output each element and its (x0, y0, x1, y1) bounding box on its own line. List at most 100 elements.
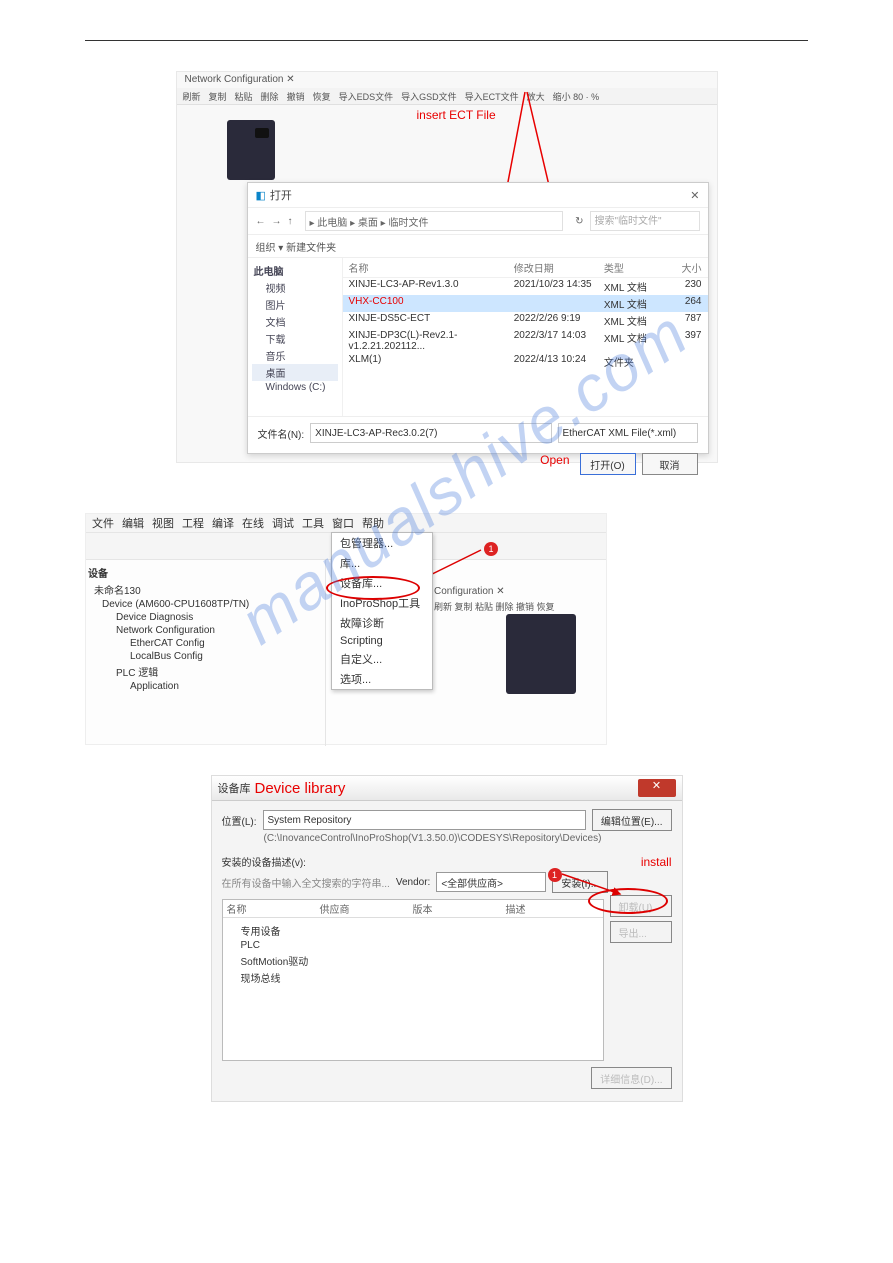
vendor-select[interactable]: <全部供应商> (436, 872, 546, 892)
filetype-select[interactable]: EtherCAT XML File(*.xml) (558, 423, 698, 443)
menu-debug[interactable]: 调试 (272, 515, 294, 531)
figure-2: 文件 编辑 视图 工程 编译 在线 调试 工具 窗口 帮助 设备 未命名130 … (85, 513, 607, 745)
location-label: 位置(L): (222, 813, 257, 828)
menu-tools[interactable]: 工具 (302, 515, 324, 531)
app-icon: ◧ (256, 189, 266, 202)
menu-project[interactable]: 工程 (182, 515, 204, 531)
cancel-button[interactable]: 取消 (642, 453, 698, 475)
menu-help[interactable]: 帮助 (362, 515, 384, 531)
tab-network-config[interactable]: Network Configuration ✕ (185, 74, 295, 85)
col-version[interactable]: 版本 (413, 901, 506, 916)
col-type[interactable]: 类型 (604, 260, 672, 275)
details-button: 详细信息(D)... (591, 1067, 671, 1089)
export-button: 导出... (610, 921, 672, 943)
menu-options[interactable]: 选项... (332, 669, 432, 689)
menu-fault-diag[interactable]: 故障诊断 (332, 613, 432, 633)
installed-label: 安装的设备描述(v): (222, 854, 306, 869)
refresh-icon[interactable]: ↻ (575, 216, 583, 227)
col-name[interactable]: 名称 (227, 901, 320, 916)
tab-configuration[interactable]: Configuration ✕ (434, 586, 505, 597)
device-list: 名称 供应商 版本 描述 专用设备 PLC SoftMotion驱动 现场总线 (222, 899, 604, 1061)
nav-pc[interactable]: 此电脑 (252, 262, 338, 279)
menu-file[interactable]: 文件 (92, 515, 114, 531)
tree-fieldbus[interactable]: 现场总线 (227, 969, 599, 986)
tree-ethercat[interactable]: EtherCAT Config (88, 637, 323, 650)
tb-import-eds[interactable]: 导入EDS文件 (337, 90, 396, 103)
nav-tree[interactable]: 此电脑 视频 图片 文档 下载 音乐 桌面 Windows (C:) (248, 258, 343, 416)
tools-dropdown: 包管理器... 库... 设备库... InoProShop工具 故障诊断 Sc… (331, 532, 433, 690)
tree-device[interactable]: Device (AM600-CPU1608TP/TN) (88, 598, 323, 611)
nav-up[interactable]: ↑ (288, 216, 293, 227)
annotation-open: Open (540, 453, 569, 475)
tb-import-gsd[interactable]: 导入GSD文件 (399, 90, 459, 103)
menu-customize[interactable]: 自定义... (332, 649, 432, 669)
annotation-device-library: Device library (255, 780, 346, 797)
location-select[interactable]: System Repository (263, 810, 586, 830)
search-hint[interactable]: 在所有设备中输入全文搜索的字符串... (222, 875, 390, 890)
file-row[interactable]: XINJE-DS5C-ECT2022/2/26 9:19XML 文档787 (343, 312, 708, 329)
nav-downloads[interactable]: 下载 (252, 330, 338, 347)
filename-input[interactable]: XINJE-LC3-AP-Rec3.0.2(7) (310, 423, 551, 443)
nav-c-drive[interactable]: Windows (C:) (252, 381, 338, 394)
edit-location-button[interactable]: 编辑位置(E)... (592, 809, 672, 831)
col-name[interactable]: 名称 (349, 260, 514, 275)
tb-import-ect[interactable]: 导入ECT文件 (463, 90, 521, 103)
tree-diagnosis[interactable]: Device Diagnosis (88, 611, 323, 624)
nav-music[interactable]: 音乐 (252, 347, 338, 364)
tree-root[interactable]: 未命名130 (88, 581, 323, 598)
tree-header: 设备 (88, 564, 323, 581)
col-vendor[interactable]: 供应商 (320, 901, 413, 916)
figure-1: Network Configuration ✕ 刷新 复制 粘贴 删除 撤销 恢… (176, 71, 718, 463)
nav-desktop[interactable]: 桌面 (252, 364, 338, 381)
tb-delete[interactable]: 删除 (259, 90, 281, 103)
nav-video[interactable]: 视频 (252, 279, 338, 296)
menu-scripting[interactable]: Scripting (332, 633, 432, 649)
tree-plc[interactable]: PLC (227, 939, 599, 952)
tree-plc-logic[interactable]: PLC 逻辑 (88, 663, 323, 680)
menu-edit[interactable]: 编辑 (122, 515, 144, 531)
search-input[interactable]: 搜索"临时文件" (590, 211, 700, 231)
nav-back[interactable]: ← (256, 216, 266, 227)
tb-undo[interactable]: 撤销 (285, 90, 307, 103)
close-button[interactable]: ✕ (638, 779, 676, 797)
device-tree[interactable]: 设备 未命名130 Device (AM600-CPU1608TP/TN) De… (86, 560, 326, 746)
open-button[interactable]: 打开(O) (580, 453, 636, 475)
menu-package-manager[interactable]: 包管理器... (332, 533, 432, 553)
config-toolbar[interactable]: 刷新 复制 粘贴 删除 撤销 恢复 (434, 600, 555, 613)
nav-documents[interactable]: 文档 (252, 313, 338, 330)
tree-application[interactable]: Application (88, 680, 323, 693)
col-size[interactable]: 大小 (671, 260, 701, 275)
menu-view[interactable]: 视图 (152, 515, 174, 531)
menu-library[interactable]: 库... (332, 553, 432, 573)
badge-1: 1 (548, 868, 562, 882)
tree-special-device[interactable]: 专用设备 (227, 922, 599, 939)
file-row[interactable]: XLM(1)2022/4/13 10:24文件夹 (343, 353, 708, 370)
tb-refresh[interactable]: 刷新 (181, 90, 203, 103)
col-desc[interactable]: 描述 (506, 901, 599, 916)
tb-copy[interactable]: 复制 (207, 90, 229, 103)
menu-compile[interactable]: 编译 (212, 515, 234, 531)
nav-forward[interactable]: → (272, 216, 282, 227)
dialog-toolbar[interactable]: 组织 ▾ 新建文件夹 (248, 235, 708, 258)
dialog-title: 打开 (270, 187, 292, 203)
tree-softmotion[interactable]: SoftMotion驱动 (227, 952, 599, 969)
file-row[interactable]: XINJE-LC3-AP-Rev1.3.02021/10/23 14:35XML… (343, 278, 708, 295)
menu-online[interactable]: 在线 (242, 515, 264, 531)
device-library-title: 设备库 (218, 780, 251, 796)
tb-paste[interactable]: 粘贴 (233, 90, 255, 103)
tree-network-config[interactable]: Network Configuration (88, 624, 323, 637)
tb-zoom-out[interactable]: 缩小 80 · % (551, 90, 602, 103)
file-row[interactable]: XINJE-DP3C(L)-Rev2.1-v1.2.21.202112...20… (343, 329, 708, 353)
file-row-selected[interactable]: VHX-CC100XML 文档264 (343, 295, 708, 312)
menu-window[interactable]: 窗口 (332, 515, 354, 531)
tree-localbus[interactable]: LocalBus Config (88, 650, 323, 663)
breadcrumb[interactable]: ▸ 此电脑 ▸ 桌面 ▸ 临时文件 (305, 211, 564, 231)
tb-redo[interactable]: 恢复 (311, 90, 333, 103)
col-date[interactable]: 修改日期 (514, 260, 604, 275)
nav-pictures[interactable]: 图片 (252, 296, 338, 313)
location-path: (C:\InovanceControl\InoProShop(V1.3.50.0… (222, 833, 672, 844)
menubar: 文件 编辑 视图 工程 编译 在线 调试 工具 窗口 帮助 (86, 514, 606, 533)
tb-zoom-in[interactable]: 放大 (525, 90, 547, 103)
close-icon[interactable]: ✕ (690, 189, 699, 202)
annotation-install: install (641, 855, 672, 869)
